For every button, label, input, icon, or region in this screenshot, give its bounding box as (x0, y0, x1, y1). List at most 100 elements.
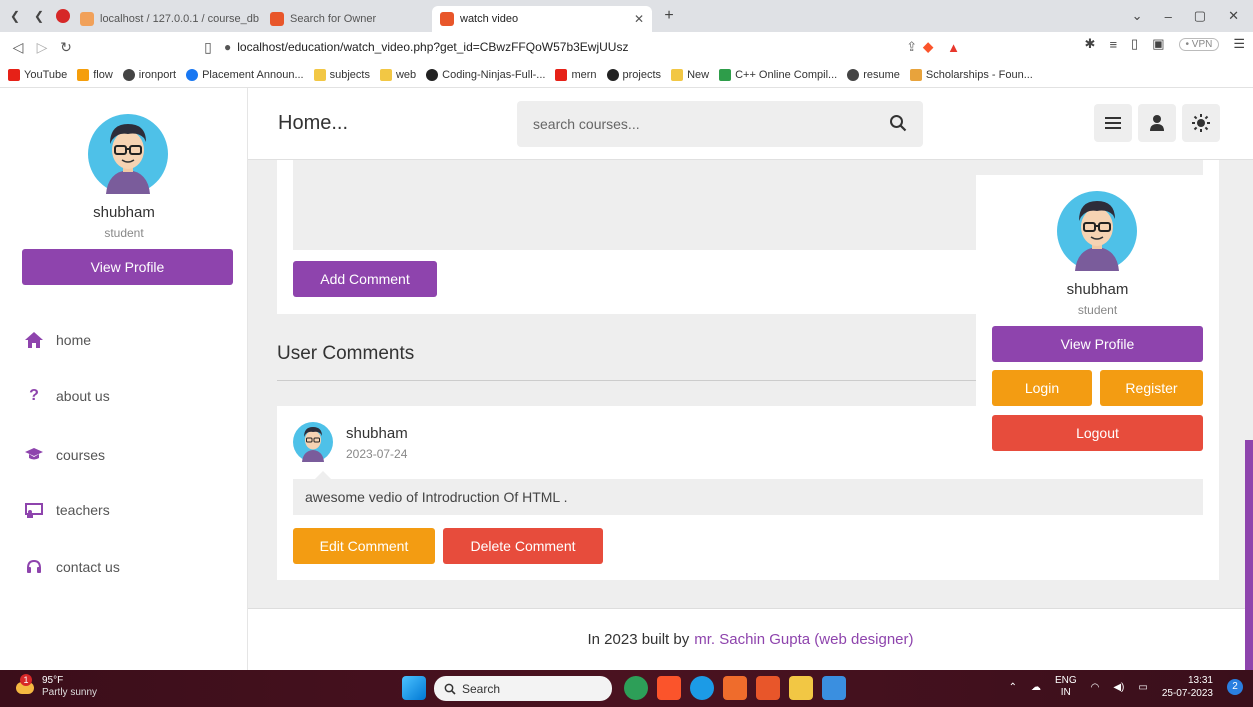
tab-label: localhost / 127.0.0.1 / course_db | php (100, 13, 262, 25)
close-window-icon[interactable]: ✕ (1228, 8, 1239, 24)
brave-rewards-icon[interactable]: ▲ (947, 40, 960, 55)
footer-author-link[interactable]: mr. Sachin Gupta (web designer) (694, 631, 913, 648)
profile-name: shubham (93, 204, 155, 221)
forward-icon[interactable]: ▷ (30, 39, 54, 56)
add-comment-button[interactable]: Add Comment (293, 261, 437, 297)
tab-search-chevron-icon[interactable]: ⌄ (1132, 8, 1143, 24)
page-title[interactable]: Home... (278, 112, 348, 135)
sidebar-item-label: teachers (56, 502, 110, 518)
browser-tab-bar: ❮ ❮ localhost / 127.0.0.1 / course_db | … (0, 0, 1253, 32)
sidebar-item-label: home (56, 332, 92, 348)
photos-icon[interactable] (822, 676, 846, 700)
new-tab-button[interactable]: + (660, 7, 678, 25)
url-field[interactable]: ▯ ● localhost/education/watch_video.php?g… (200, 36, 960, 58)
edit-comment-button[interactable]: Edit Comment (293, 528, 435, 564)
sidebar-item-home[interactable]: home (24, 328, 91, 352)
menu-button[interactable] (1094, 104, 1132, 142)
tab-history-icon[interactable]: ❮ (30, 7, 48, 25)
bookmark-cpp[interactable]: C++ Online Compil... (719, 68, 837, 81)
volume-icon[interactable]: ◀) (1113, 682, 1124, 693)
bookmark-mern[interactable]: mern (555, 68, 597, 81)
xampp-icon (270, 12, 284, 26)
playlist-icon[interactable]: ≡ (1109, 37, 1117, 52)
tray-chevron-icon[interactable]: ⌃ (1009, 682, 1017, 693)
bookmark-ironport[interactable]: ironport (122, 68, 176, 81)
github-icon (426, 68, 439, 81)
bookmark-subjects[interactable]: subjects (313, 68, 370, 81)
notification-badge[interactable]: 2 (1227, 679, 1243, 695)
bookmark-icon[interactable]: ▯ (196, 39, 220, 56)
bookmark-new[interactable]: New (671, 68, 709, 81)
view-profile-button[interactable]: View Profile (22, 249, 233, 285)
bookmark-scholarships[interactable]: Scholarships - Foun... (909, 68, 1033, 81)
bookmark-projects[interactable]: projects (606, 68, 661, 81)
header: Home... (248, 88, 1253, 160)
onedrive-icon[interactable]: ☁ (1031, 682, 1041, 693)
language-indicator[interactable]: ENG IN (1055, 675, 1077, 699)
home-icon (24, 331, 44, 349)
share-icon[interactable]: ⇪ (906, 39, 917, 55)
sun-icon (1192, 114, 1210, 132)
brave-shields-icon[interactable]: ◆ (923, 39, 933, 55)
clock[interactable]: 13:31 25-07-2023 (1162, 674, 1213, 700)
file-explorer-icon[interactable] (789, 676, 813, 700)
bookmark-placement[interactable]: Placement Announ... (186, 68, 304, 81)
user-button[interactable] (1138, 104, 1176, 142)
sidebar-icon[interactable]: ▯ (1131, 36, 1138, 52)
sidebar-item-courses[interactable]: courses (24, 443, 105, 467)
avatar (88, 114, 168, 194)
scrollbar[interactable] (1245, 440, 1253, 670)
delete-comment-button[interactable]: Delete Comment (443, 528, 603, 564)
youtube-icon (8, 68, 20, 81)
vpn-button[interactable]: • VPN (1178, 37, 1220, 51)
weather-widget[interactable]: 1 95°F Partly sunny (14, 674, 97, 699)
bookmark-web[interactable]: web (379, 68, 416, 81)
tab-close-icon[interactable]: ✕ (626, 12, 644, 26)
sidebar-item-contact[interactable]: contact us (24, 555, 120, 579)
sidebar-item-label: contact us (56, 559, 120, 575)
bookmark-resume[interactable]: resume (847, 68, 900, 81)
search-icon (444, 683, 456, 695)
tab-phpmyadmin[interactable]: localhost / 127.0.0.1 / course_db | php (72, 6, 262, 32)
window-controls: ⌄ – ▢ ✕ (1132, 8, 1253, 24)
tab-search-owner[interactable]: Search for Owner (262, 6, 432, 32)
sidebar-item-about[interactable]: ? about us (24, 384, 110, 408)
battery-icon[interactable]: ▭ (1138, 682, 1147, 693)
graduation-cap-icon (24, 446, 44, 464)
xampp-icon[interactable] (756, 676, 780, 700)
view-profile-button[interactable]: View Profile (992, 326, 1203, 362)
theme-toggle-button[interactable] (1182, 104, 1220, 142)
wallet-icon[interactable]: ▣ (1152, 36, 1164, 52)
search-input[interactable] (533, 116, 873, 132)
sublime-icon[interactable] (723, 676, 747, 700)
search-icon[interactable] (889, 114, 907, 132)
chrome-icon[interactable] (624, 676, 648, 700)
menu-icon[interactable]: ☰ (1233, 36, 1245, 52)
tab-back-icon[interactable]: ❮ (6, 7, 24, 25)
login-button[interactable]: Login (992, 370, 1092, 406)
back-icon[interactable]: ◁ (6, 39, 30, 56)
comment-avatar (293, 422, 333, 462)
wifi-icon[interactable]: ◠ (1091, 682, 1100, 693)
register-button[interactable]: Register (1100, 370, 1203, 406)
profile-role: student (1077, 303, 1118, 317)
temperature: 95°F (42, 675, 64, 686)
edge-icon[interactable] (690, 676, 714, 700)
windows-start-icon[interactable] (402, 676, 426, 700)
maximize-icon[interactable]: ▢ (1194, 8, 1206, 24)
info-icon[interactable]: ● (224, 40, 231, 54)
flow-icon (77, 68, 90, 81)
comment-text: awesome vedio of Introdruction Of HTML . (293, 471, 1203, 515)
reload-icon[interactable]: ↻ (54, 39, 78, 56)
brave-icon[interactable] (657, 676, 681, 700)
extensions-icon[interactable]: ✱ (1085, 36, 1096, 52)
sidebar-item-teachers[interactable]: teachers (24, 498, 110, 522)
minimize-icon[interactable]: – (1165, 9, 1172, 24)
brave-shield-icon[interactable] (54, 7, 72, 25)
taskbar-search[interactable]: Search (434, 676, 612, 701)
tab-watch-video[interactable]: watch video ✕ (432, 6, 652, 32)
bookmark-youtube[interactable]: YouTube (8, 68, 67, 81)
logout-button[interactable]: Logout (992, 415, 1203, 451)
bookmark-coding-ninjas[interactable]: Coding-Ninjas-Full-... (426, 68, 545, 81)
bookmark-flow[interactable]: flow (77, 68, 113, 81)
